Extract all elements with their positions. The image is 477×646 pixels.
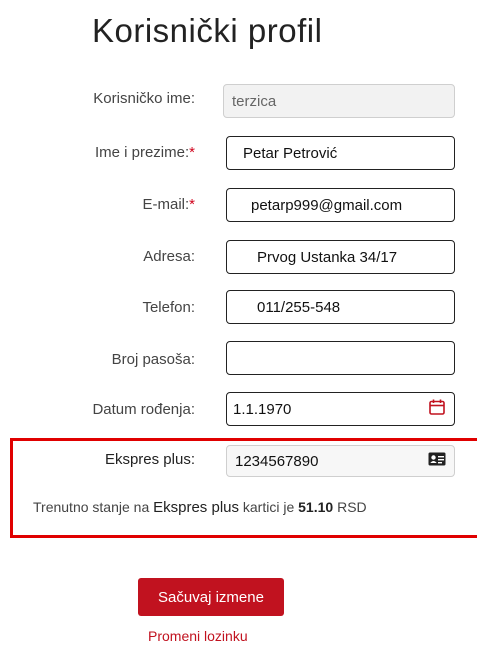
balance-text: Trenutno stanje na Ekspres plus kartici … xyxy=(33,499,367,516)
change-password-link[interactable]: Promeni lozinku xyxy=(148,628,248,644)
ekspres-plus-value: 1234567890 xyxy=(235,452,319,470)
full-name-label: Ime i prezime:* xyxy=(94,144,195,161)
address-label: Adresa: xyxy=(143,248,195,265)
username-value: terzica xyxy=(232,92,277,110)
phone-value: 011/255-548 xyxy=(257,298,341,316)
full-name-value: Petar Petrović xyxy=(243,144,338,162)
phone-label: Telefon: xyxy=(142,299,195,316)
balance-amount: 51.10 xyxy=(298,499,334,515)
email-label: E-mail:* xyxy=(142,196,195,213)
birth-date-field[interactable]: 1.1.1970 xyxy=(226,392,455,426)
address-value: Prvog Ustanka 34/17 xyxy=(257,248,398,266)
save-button[interactable]: Sačuvaj izmene xyxy=(138,578,284,616)
full-name-field[interactable]: Petar Petrović xyxy=(226,136,455,170)
balance-middle: kartici je xyxy=(242,499,295,515)
calendar-icon[interactable] xyxy=(428,398,446,420)
email-field[interactable]: petarp999@gmail.com xyxy=(226,188,455,222)
birth-date-label: Datum rođenja: xyxy=(92,401,195,418)
address-field[interactable]: Prvog Ustanka 34/17 xyxy=(226,240,455,274)
id-card-icon xyxy=(428,452,446,470)
phone-field[interactable]: 011/255-548 xyxy=(226,290,455,324)
email-value: petarp999@gmail.com xyxy=(251,196,403,214)
ekspres-plus-label: Ekspres plus: xyxy=(104,451,195,468)
passport-label: Broj pasoša: xyxy=(111,351,195,368)
username-label: Korisničko ime: xyxy=(93,90,195,107)
balance-card-name: Ekspres plus xyxy=(153,499,239,516)
birth-date-value: 1.1.1970 xyxy=(233,400,292,418)
balance-currency: RSD xyxy=(337,499,367,515)
balance-prefix: Trenutno stanje na xyxy=(33,499,150,515)
passport-field[interactable] xyxy=(226,341,455,375)
username-field: terzica xyxy=(223,84,455,118)
ekspres-plus-field[interactable]: 1234567890 xyxy=(226,445,455,477)
page-title: Korisnički profil xyxy=(92,12,323,49)
